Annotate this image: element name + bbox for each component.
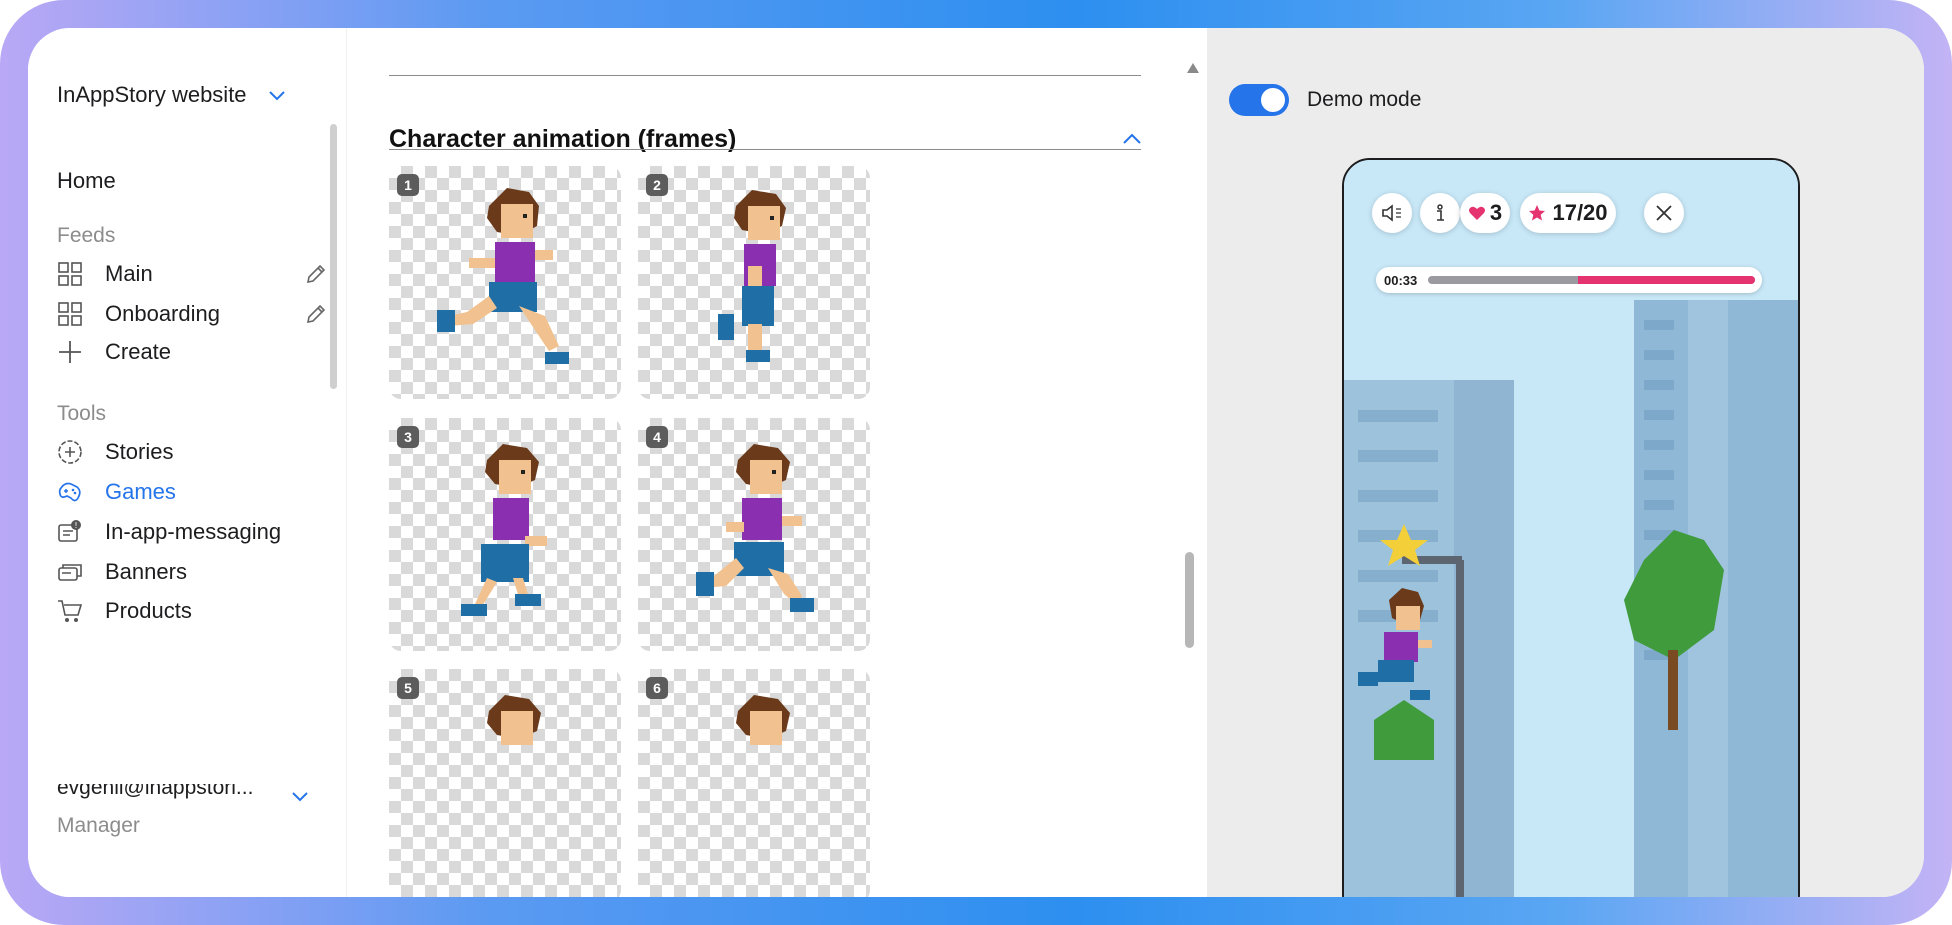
runner-sprite — [437, 188, 569, 364]
nav-label: Stories — [105, 439, 174, 464]
plus-icon — [59, 341, 81, 363]
feeds-title: Feeds — [57, 224, 116, 247]
demo-mode-toggle[interactable] — [1229, 84, 1289, 116]
timer-track — [1428, 276, 1755, 284]
chevron-down-icon — [268, 91, 285, 101]
account-email[interactable]: evgenii@inappstori... — [57, 784, 267, 800]
gamepad-icon — [58, 482, 81, 502]
chevron-up-icon[interactable] — [1121, 128, 1143, 150]
nav-label: Products — [105, 598, 192, 623]
nav-label: Games — [105, 479, 176, 504]
timer-fill — [1578, 276, 1755, 284]
info-button[interactable] — [1420, 193, 1460, 233]
nav-products[interactable]: Products — [57, 595, 327, 627]
create-label: Create — [105, 339, 172, 364]
runner-sprite — [718, 190, 786, 362]
grid-icon — [58, 262, 82, 286]
nav-games[interactable]: Games — [57, 476, 327, 508]
chevron-down-icon[interactable] — [290, 786, 310, 806]
game-timer: 00:33 — [1376, 267, 1762, 293]
frame-tile-2[interactable]: 2 — [638, 166, 870, 399]
nav-label: In-app-messaging — [105, 519, 282, 544]
banners-icon — [58, 564, 82, 581]
grid-icon — [58, 302, 82, 326]
edit-pencil-icon[interactable] — [305, 263, 327, 285]
runner-sprite — [736, 695, 790, 745]
lives-counter: 3 — [1460, 193, 1510, 233]
feed-item-onboarding[interactable]: Onboarding — [57, 298, 327, 330]
account-email-text: evgenii@inappstori... — [57, 784, 254, 799]
feed-item-main[interactable]: Main — [57, 258, 327, 290]
sidebar: InAppStory website Home Feeds Main Onboa… — [28, 28, 346, 897]
sidebar-scrollbar[interactable] — [330, 124, 337, 389]
close-icon — [1656, 205, 1672, 221]
app-window: InAppStory website Home Feeds Main Onboa… — [28, 28, 1924, 897]
message-icon: ! — [58, 520, 81, 542]
stories-icon — [58, 440, 82, 464]
nav-label: Banners — [105, 559, 187, 584]
nav-stories[interactable]: Stories — [57, 436, 327, 468]
main-content: Character animation (frames) 1 2 3 4 5 6 — [347, 28, 1207, 897]
content-scrollbar[interactable] — [1185, 552, 1194, 648]
tools-title: Tools — [57, 402, 107, 425]
runner-sprite — [487, 695, 541, 745]
divider — [389, 75, 1141, 76]
toggle-knob — [1261, 88, 1285, 112]
info-icon — [1437, 204, 1444, 221]
site-selector-label: InAppStory website — [57, 82, 247, 107]
frame-tile-3[interactable]: 3 — [389, 418, 621, 651]
demo-mode-label: Demo mode — [1307, 88, 1422, 111]
lives-value: 3 — [1489, 200, 1503, 225]
sound-toggle[interactable] — [1372, 193, 1412, 233]
nav-home[interactable]: Home — [57, 168, 116, 194]
frame-tile-6[interactable]: 6 — [638, 669, 870, 897]
heart-icon — [1468, 206, 1485, 220]
preview-panel: Demo mode 3 17/20 00:33 — [1207, 28, 1924, 897]
stars-value: 17/20 — [1552, 200, 1608, 225]
runner-sprite — [461, 444, 547, 616]
site-selector[interactable]: InAppStory website — [57, 82, 287, 108]
scroll-up-arrow-icon[interactable] — [1186, 62, 1200, 74]
divider — [389, 149, 1141, 150]
edit-pencil-icon[interactable] — [305, 303, 327, 325]
cart-icon — [58, 600, 83, 622]
frame-tile-4[interactable]: 4 — [638, 418, 870, 651]
runner-sprite — [696, 444, 814, 612]
frame-tile-1[interactable]: 1 — [389, 166, 621, 399]
frame-tile-5[interactable]: 5 — [389, 669, 621, 897]
stars-counter: 17/20 — [1520, 193, 1616, 233]
account-role: Manager — [57, 814, 140, 837]
feed-item-label: Onboarding — [105, 301, 220, 326]
svg-text:!: ! — [74, 521, 77, 530]
feed-item-label: Main — [105, 261, 153, 286]
star-icon — [1529, 205, 1546, 221]
timer-value: 00:33 — [1384, 273, 1418, 288]
create-feed-button[interactable]: Create — [57, 336, 327, 368]
nav-banners[interactable]: Banners — [57, 556, 327, 588]
phone-preview: 3 17/20 00:33 — [1342, 158, 1800, 897]
nav-in-app-messaging[interactable]: ! In-app-messaging — [57, 516, 327, 548]
close-game-button[interactable] — [1644, 193, 1684, 233]
speaker-muted-icon — [1382, 204, 1401, 222]
